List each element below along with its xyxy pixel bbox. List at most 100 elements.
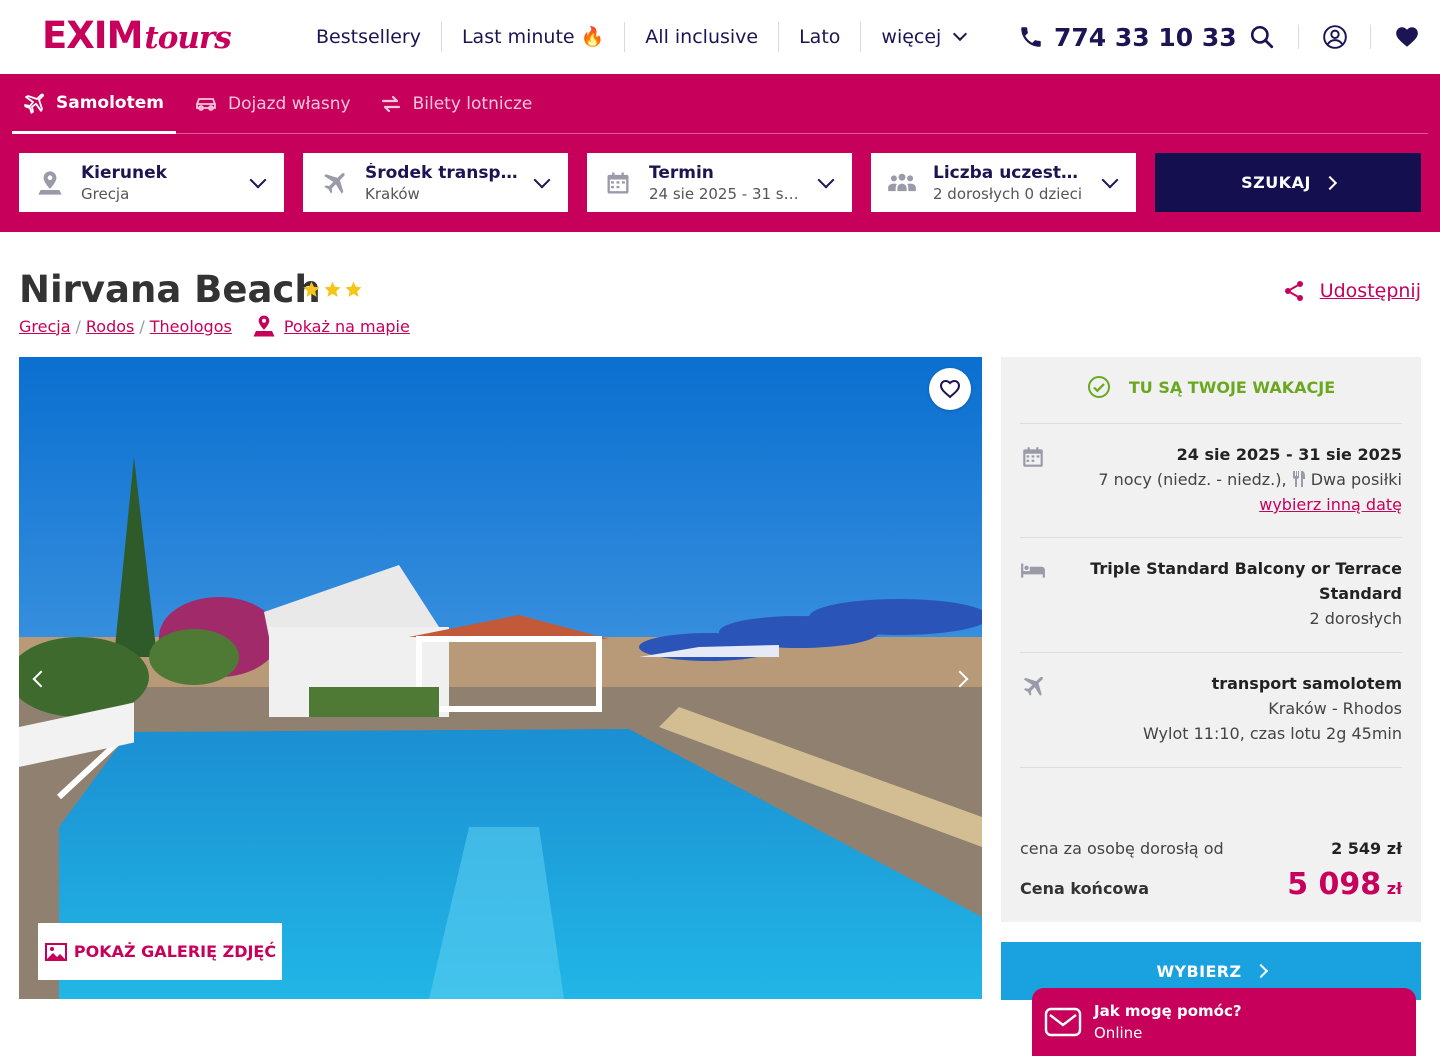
breadcrumb-separator: /	[75, 316, 81, 336]
heart-outline-icon	[939, 379, 961, 399]
brand-logo[interactable]: EXIM tours	[42, 14, 232, 58]
field-label: Termin	[649, 162, 714, 183]
chat-title: Jak mogę pomóc?	[1094, 1002, 1242, 1020]
hotel-rating	[302, 280, 363, 299]
star-icon	[345, 281, 362, 297]
price-per-person: 2 549 zł	[1331, 839, 1402, 858]
add-to-favorites-button[interactable]	[929, 368, 971, 410]
calendar-icon	[607, 172, 629, 193]
field-label: Kierunek	[81, 162, 167, 183]
account-button[interactable]	[1298, 25, 1370, 49]
phone-link[interactable]: 774 33 10 33	[1018, 20, 1237, 54]
chevron-right-icon	[1253, 963, 1268, 979]
field-value: Kraków	[365, 184, 420, 203]
cutlery-icon	[1292, 471, 1305, 487]
offer-room-section: Triple Standard Balcony or Terrace Stand…	[1020, 537, 1402, 652]
chevron-down-icon	[249, 171, 267, 188]
breadcrumb-region[interactable]: Rodos	[86, 317, 134, 336]
heart-icon	[1395, 27, 1418, 47]
flight-details: Wylot 11:10, czas lotu 2g 45min	[1143, 724, 1402, 743]
tab-samolotem[interactable]: Samolotem	[12, 74, 176, 134]
search-button[interactable]	[1226, 25, 1298, 49]
search-icon	[1250, 25, 1274, 49]
user-icon	[1322, 25, 1347, 49]
transport-field[interactable]: Środek transportuKraków	[303, 153, 568, 212]
bed-icon	[1021, 563, 1045, 578]
tab-label: Samolotem	[56, 92, 164, 113]
nav-label: Last minute 🔥	[461, 26, 605, 48]
show-gallery-label: POKAŻ GALERIĘ ZDJĘĆ	[73, 942, 277, 961]
chevron-right-icon	[951, 670, 969, 688]
chat-widget[interactable]: Jak mogę pomóc? Online	[1032, 988, 1416, 1056]
transport-mode-tabs: Samolotem Dojazd własny Bilety lotnicze	[12, 74, 550, 134]
change-date-link[interactable]: wybierz inną datę	[1259, 495, 1402, 514]
tab-bilety-lotnicze[interactable]: Bilety lotnicze	[369, 74, 543, 134]
swap-icon	[381, 95, 400, 113]
chevron-down-icon	[953, 26, 968, 42]
hotel-pool-photo	[19, 357, 982, 999]
location-icon	[38, 170, 62, 195]
breadcrumb-country[interactable]: Grecja	[19, 317, 71, 336]
car-icon	[196, 98, 216, 111]
plane-icon	[324, 172, 345, 194]
offer-headline: TU SĄ TWOJE WAKACJE	[1001, 375, 1421, 399]
tab-label: Bilety lotnicze	[412, 94, 533, 114]
search-panel: Samolotem Dojazd własny Bilety lotnicze …	[0, 74, 1440, 232]
room-guests: 2 dorosłych	[1309, 609, 1402, 628]
price-per-person-label: cena za osobę dorosłą od	[1020, 839, 1224, 858]
carousel-next-button[interactable]	[938, 657, 982, 701]
field-value: 24 sie 2025 - 31 sie 2025	[649, 184, 802, 203]
people-icon	[888, 173, 916, 191]
carousel-prev-button[interactable]	[19, 657, 63, 701]
offer-nights: 7 nocy (niedz. - niedz.),	[1098, 470, 1287, 489]
search-button-label: SZUKAJ	[1241, 173, 1311, 192]
star-icon	[303, 281, 320, 297]
tab-dojazd-wlasny[interactable]: Dojazd własny	[184, 74, 361, 134]
divider	[1020, 767, 1402, 768]
show-on-map-link[interactable]: Pokaż na mapie	[252, 314, 410, 338]
nav-label: Lato	[799, 26, 841, 48]
show-gallery-button[interactable]: POKAŻ GALERIĘ ZDJĘĆ	[38, 923, 282, 980]
share-link[interactable]: Udostępnij	[1282, 278, 1421, 304]
offer-board: Dwa posiłki	[1310, 470, 1402, 489]
nav-item-wiecej[interactable]: więcej	[861, 22, 985, 52]
logo-text-exim: EXIM	[42, 14, 143, 57]
field-label: Środek transportu	[365, 162, 518, 183]
star-icon	[324, 281, 341, 297]
nav-item-lato[interactable]: Lato	[779, 22, 862, 52]
share-icon	[1284, 281, 1303, 301]
field-label: Liczba uczestników	[933, 162, 1086, 183]
hotel-name: Nirvana Beach	[19, 268, 321, 311]
main-nav: Bestsellery Last minute 🔥 All inclusive …	[296, 18, 985, 56]
total-currency: zł	[1386, 879, 1402, 898]
search-submit-button[interactable]: SZUKAJ	[1155, 153, 1421, 212]
phone-icon	[1021, 27, 1041, 47]
nav-item-last-minute[interactable]: Last minute 🔥	[442, 22, 626, 52]
plane-icon	[24, 93, 44, 114]
tab-label: Dojazd własny	[228, 94, 351, 114]
plane-icon	[1023, 676, 1043, 696]
offer-summary-panel: TU SĄ TWOJE WAKACJE 24 sie 2025 - 31 sie…	[1001, 357, 1421, 922]
participants-field[interactable]: Liczba uczestników2 dorosłych 0 dzieci	[871, 153, 1136, 212]
offer-dates: 24 sie 2025 - 31 sie 2025	[1176, 445, 1402, 464]
offer-headline-text: TU SĄ TWOJE WAKACJE	[1128, 377, 1336, 397]
breadcrumb-city[interactable]: Theologos	[150, 317, 232, 336]
share-label: Udostępnij	[1319, 280, 1421, 302]
nav-item-bestsellery[interactable]: Bestsellery	[296, 22, 442, 52]
calendar-icon	[1023, 447, 1043, 467]
hotel-photo-carousel[interactable]: POKAŻ GALERIĘ ZDJĘĆ	[19, 357, 982, 999]
chevron-down-icon	[1101, 171, 1119, 188]
field-value: 2 dorosłych 0 dzieci	[933, 184, 1083, 203]
nav-item-all-inclusive[interactable]: All inclusive	[625, 22, 780, 52]
chevron-left-icon	[32, 670, 50, 688]
date-field[interactable]: Termin24 sie 2025 - 31 sie 2025	[587, 153, 852, 212]
total-price: 5 098	[1287, 867, 1382, 902]
nav-label: Bestsellery	[316, 26, 421, 48]
phone-number: 774 33 10 33	[1054, 22, 1237, 52]
favorites-button[interactable]	[1370, 25, 1440, 49]
nav-label: All inclusive	[645, 26, 759, 48]
field-value: Grecja	[81, 184, 130, 203]
destination-field[interactable]: Kierunek Grecja	[19, 153, 284, 212]
show-on-map-label: Pokaż na mapie	[283, 316, 410, 336]
offer-dates-section: 24 sie 2025 - 31 sie 2025 7 nocy (niedz.…	[1020, 423, 1402, 537]
